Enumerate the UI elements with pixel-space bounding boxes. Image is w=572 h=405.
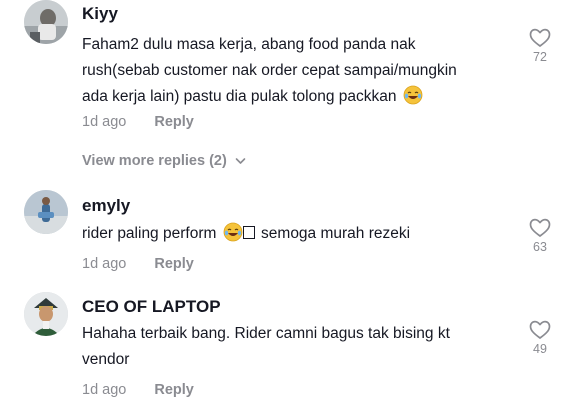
like-count: 49: [533, 342, 547, 356]
missing-glyph-icon: [242, 226, 255, 239]
like-control[interactable]: 49: [526, 320, 554, 356]
comment-text-line: ada kerja lain) pastu dia pulak tolong p…: [82, 84, 512, 110]
comment-item: CEO OF LAPTOP Hahaha terbaik bang. Rider…: [0, 290, 572, 405]
comment-timestamp: 1d ago: [82, 114, 127, 130]
comment-text-segment: rider paling perform: [82, 225, 217, 242]
heart-outline-icon[interactable]: [529, 28, 551, 48]
like-count: 72: [533, 50, 547, 64]
comment-item: Kiyy Faham2 dulu masa kerja, abang food …: [0, 0, 572, 180]
comment-text: rider paling perform semoga murah rezeki: [82, 221, 512, 247]
like-control[interactable]: 72: [526, 28, 554, 64]
comment-text-line: rider paling perform semoga murah rezeki: [82, 221, 512, 247]
laughing-tears-emoji-icon: [223, 222, 243, 242]
view-more-replies-button[interactable]: View more replies (2): [82, 152, 246, 170]
comment-timestamp: 1d ago: [82, 256, 127, 272]
comment-username[interactable]: emyly: [82, 196, 130, 216]
comment-meta: 1d ago Reply: [82, 113, 194, 131]
comment-meta: 1d ago Reply: [82, 381, 194, 399]
heart-outline-icon[interactable]: [529, 320, 551, 340]
reply-button[interactable]: Reply: [154, 255, 194, 273]
like-control[interactable]: 63: [526, 218, 554, 254]
avatar[interactable]: [24, 0, 68, 44]
comment-text-line: Faham2 dulu masa kerja, abang food panda…: [82, 36, 416, 53]
like-count: 63: [533, 240, 547, 254]
chevron-down-icon: [235, 158, 246, 164]
avatar[interactable]: [24, 292, 68, 336]
comment-text-line: Hahaha terbaik bang. Rider camni bagus t…: [82, 325, 450, 342]
comment-username[interactable]: CEO OF LAPTOP: [82, 297, 221, 317]
comment-item: emyly rider paling perform semoga murah …: [0, 188, 572, 288]
comment-text: Hahaha terbaik bang. Rider camni bagus t…: [82, 321, 512, 373]
reply-button[interactable]: Reply: [154, 113, 194, 131]
comment-text-segment: semoga murah rezeki: [261, 225, 411, 242]
view-more-replies-label: View more replies (2): [82, 153, 227, 169]
laughing-tears-emoji-icon: [403, 85, 423, 105]
comment-text-segment: ada kerja lain) pastu dia pulak tolong p…: [82, 88, 397, 105]
comment-username[interactable]: Kiyy: [82, 4, 118, 24]
comment-meta: 1d ago Reply: [82, 255, 194, 273]
reply-button[interactable]: Reply: [154, 381, 194, 399]
comment-timestamp: 1d ago: [82, 382, 127, 398]
avatar[interactable]: [24, 190, 68, 234]
comment-text-line: rush(sebab customer nak order cepat samp…: [82, 62, 457, 79]
heart-outline-icon[interactable]: [529, 218, 551, 238]
comment-text-line: vendor: [82, 351, 130, 368]
comment-text: Faham2 dulu masa kerja, abang food panda…: [82, 32, 512, 110]
